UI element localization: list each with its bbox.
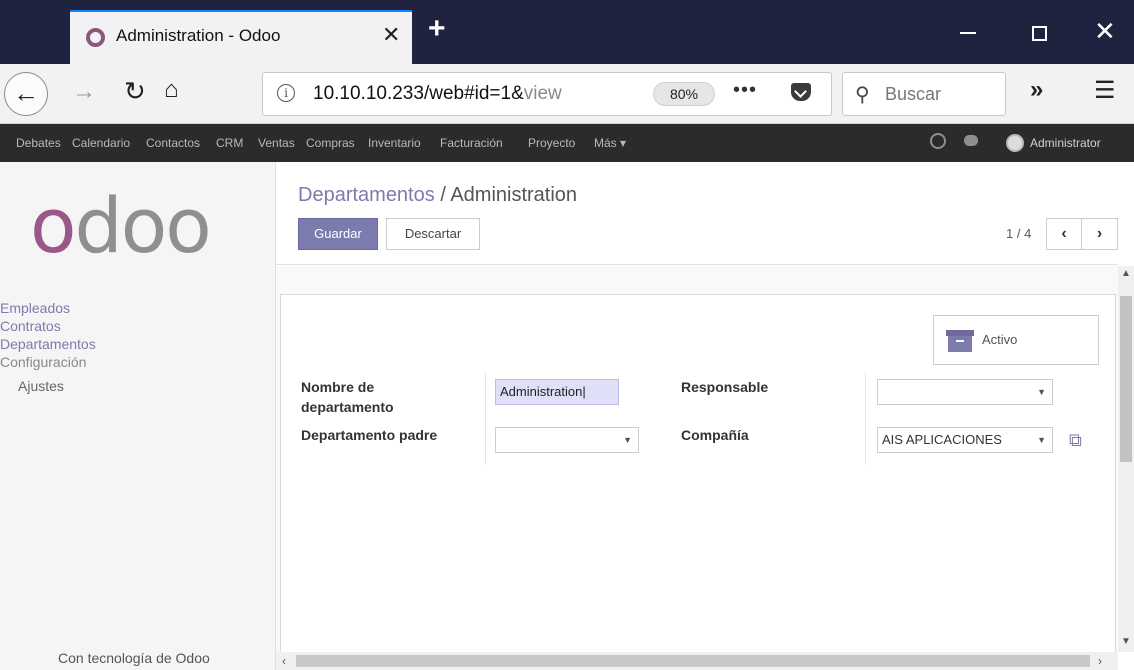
tab-title: Administration - Odoo <box>116 26 281 45</box>
sidebar-item-ajustes[interactable]: Ajustes <box>18 378 64 394</box>
pager-previous-icon[interactable]: ‹ <box>1046 218 1082 250</box>
user-name[interactable]: Administrator <box>1030 136 1101 150</box>
odoo-main-menu: Debates Calendario Contactos CRM Ventas … <box>0 124 1134 162</box>
info-icon[interactable]: i <box>277 84 295 102</box>
active-toggle-button[interactable]: Activo <box>933 315 1099 365</box>
pager-value[interactable]: 1 / 4 <box>1006 226 1031 241</box>
form-sheet: Activo Nombre de departamento Administra… <box>280 294 1116 654</box>
page-actions-icon[interactable]: ••• <box>733 79 757 102</box>
avatar[interactable] <box>1006 134 1024 152</box>
horizontal-scrollbar[interactable]: ‹ › <box>276 652 1118 670</box>
name-field-label-line2: departamento <box>301 399 394 415</box>
menu-item-proyecto[interactable]: Proyecto <box>528 136 575 150</box>
menu-item-mas[interactable]: Más ▾ <box>594 136 626 150</box>
chevron-down-icon: ▼ <box>1037 387 1046 397</box>
chevron-down-icon: ▼ <box>623 435 632 445</box>
search-box[interactable]: ⚲ Buscar <box>842 72 1006 116</box>
overflow-icon[interactable]: » <box>1030 76 1043 104</box>
menu-item-crm[interactable]: CRM <box>216 136 243 150</box>
column-divider <box>485 373 486 465</box>
scroll-right-icon[interactable]: › <box>1098 654 1102 668</box>
back-arrow-icon[interactable]: ← <box>4 72 48 116</box>
menu-item-facturacion[interactable]: Facturación <box>440 136 503 150</box>
pocket-icon[interactable] <box>791 83 811 101</box>
tab-close-icon[interactable]: ✕ <box>382 24 400 46</box>
manager-field-label: Responsable <box>681 379 769 395</box>
search-icon: ⚲ <box>855 84 870 106</box>
zoom-indicator[interactable]: 80% <box>653 82 715 106</box>
navigation-toolbar: ← → ↻ ⌂ i 10.10.10.233/web#id=1&view 80%… <box>0 64 1134 124</box>
archive-icon <box>946 330 974 352</box>
name-field-value: Administration <box>500 384 583 399</box>
breadcrumb-current: Administration <box>450 184 578 206</box>
pager-next-icon[interactable]: › <box>1082 218 1118 250</box>
breadcrumb-separator: / <box>440 184 446 206</box>
scrollbar-thumb[interactable] <box>296 655 1090 667</box>
maximize-icon[interactable] <box>1032 26 1047 41</box>
scroll-left-icon[interactable]: ‹ <box>282 654 286 668</box>
menu-item-contactos[interactable]: Contactos <box>146 136 200 150</box>
url-dim: view <box>523 83 562 104</box>
external-link-icon[interactable]: ⧉ <box>1069 431 1087 449</box>
name-field[interactable]: Administration| <box>495 379 619 405</box>
parent-field-label: Departamento padre <box>301 427 438 443</box>
browser-window: Administration - Odoo ✕ + ✕ ← → ↻ ⌂ i 10… <box>0 0 1134 670</box>
reload-icon[interactable]: ↻ <box>124 76 146 107</box>
url-text[interactable]: 10.10.10.233/web#id=1&view <box>313 83 643 105</box>
menu-item-debates[interactable]: Debates <box>16 136 61 150</box>
forward-arrow-icon[interactable]: → <box>72 78 96 106</box>
search-placeholder: Buscar <box>885 84 942 104</box>
parent-department-select[interactable]: ▼ <box>495 427 639 453</box>
powered-by-link[interactable]: Con tecnología de Odoo <box>58 650 210 666</box>
new-tab-icon[interactable]: + <box>428 14 446 44</box>
company-select[interactable]: AIS APLICACIONES ▼ <box>877 427 1053 453</box>
menu-icon[interactable]: ☰ <box>1094 76 1116 105</box>
odoo-logo[interactable]: odoo <box>30 186 212 266</box>
company-field-label: Compañía <box>681 427 749 443</box>
menu-item-inventario[interactable]: Inventario <box>368 136 421 150</box>
odoo-favicon-icon <box>86 28 105 47</box>
discard-button[interactable]: Descartar <box>386 218 480 250</box>
name-field-label-line1: Nombre de <box>301 379 375 395</box>
scroll-down-icon[interactable]: ▼ <box>1121 636 1131 647</box>
scrollbar-thumb[interactable] <box>1120 296 1132 462</box>
sidebar-item-departamentos[interactable]: Departamentos <box>0 336 96 352</box>
main-content: Departamentos / Administration Guardar D… <box>276 162 1134 670</box>
menu-item-mas-label: Más <box>594 136 617 150</box>
column-divider <box>865 373 866 465</box>
chat-icon[interactable] <box>964 135 978 146</box>
sidebar: odoo Empleados Contratos Departamentos C… <box>0 162 276 670</box>
scroll-up-icon[interactable]: ▲ <box>1121 268 1131 279</box>
divider <box>276 264 1118 265</box>
title-bar: Administration - Odoo ✕ + ✕ <box>0 0 1134 64</box>
address-bar[interactable]: i 10.10.10.233/web#id=1&view 80% ••• <box>262 72 832 116</box>
breadcrumb-parent[interactable]: Departamentos <box>298 184 435 206</box>
sidebar-item-contratos[interactable]: Contratos <box>0 318 61 334</box>
menu-item-calendario[interactable]: Calendario <box>72 136 130 150</box>
company-field-value: AIS APLICACIONES <box>882 432 1002 447</box>
url-main: 10.10.10.233/web#id=1& <box>313 83 524 104</box>
minimize-icon[interactable] <box>960 32 976 34</box>
menu-item-compras[interactable]: Compras <box>306 136 355 150</box>
chevron-down-icon: ▼ <box>1037 435 1046 445</box>
vertical-scrollbar[interactable]: ▲ ▼ <box>1118 266 1134 652</box>
form-view: Activo Nombre de departamento Administra… <box>276 266 1118 654</box>
home-icon[interactable]: ⌂ <box>164 76 179 104</box>
manager-select[interactable]: ▼ <box>877 379 1053 405</box>
save-button[interactable]: Guardar <box>298 218 378 250</box>
active-label: Activo <box>982 332 1018 347</box>
sidebar-item-configuracion: Configuración <box>0 354 87 370</box>
sidebar-item-empleados[interactable]: Empleados <box>0 300 70 316</box>
activity-clock-icon[interactable] <box>930 133 946 149</box>
menu-item-ventas[interactable]: Ventas <box>258 136 295 150</box>
window-close-icon[interactable]: ✕ <box>1094 18 1116 44</box>
breadcrumb: Departamentos / Administration <box>298 184 577 207</box>
browser-tab[interactable]: Administration - Odoo ✕ <box>70 10 412 64</box>
